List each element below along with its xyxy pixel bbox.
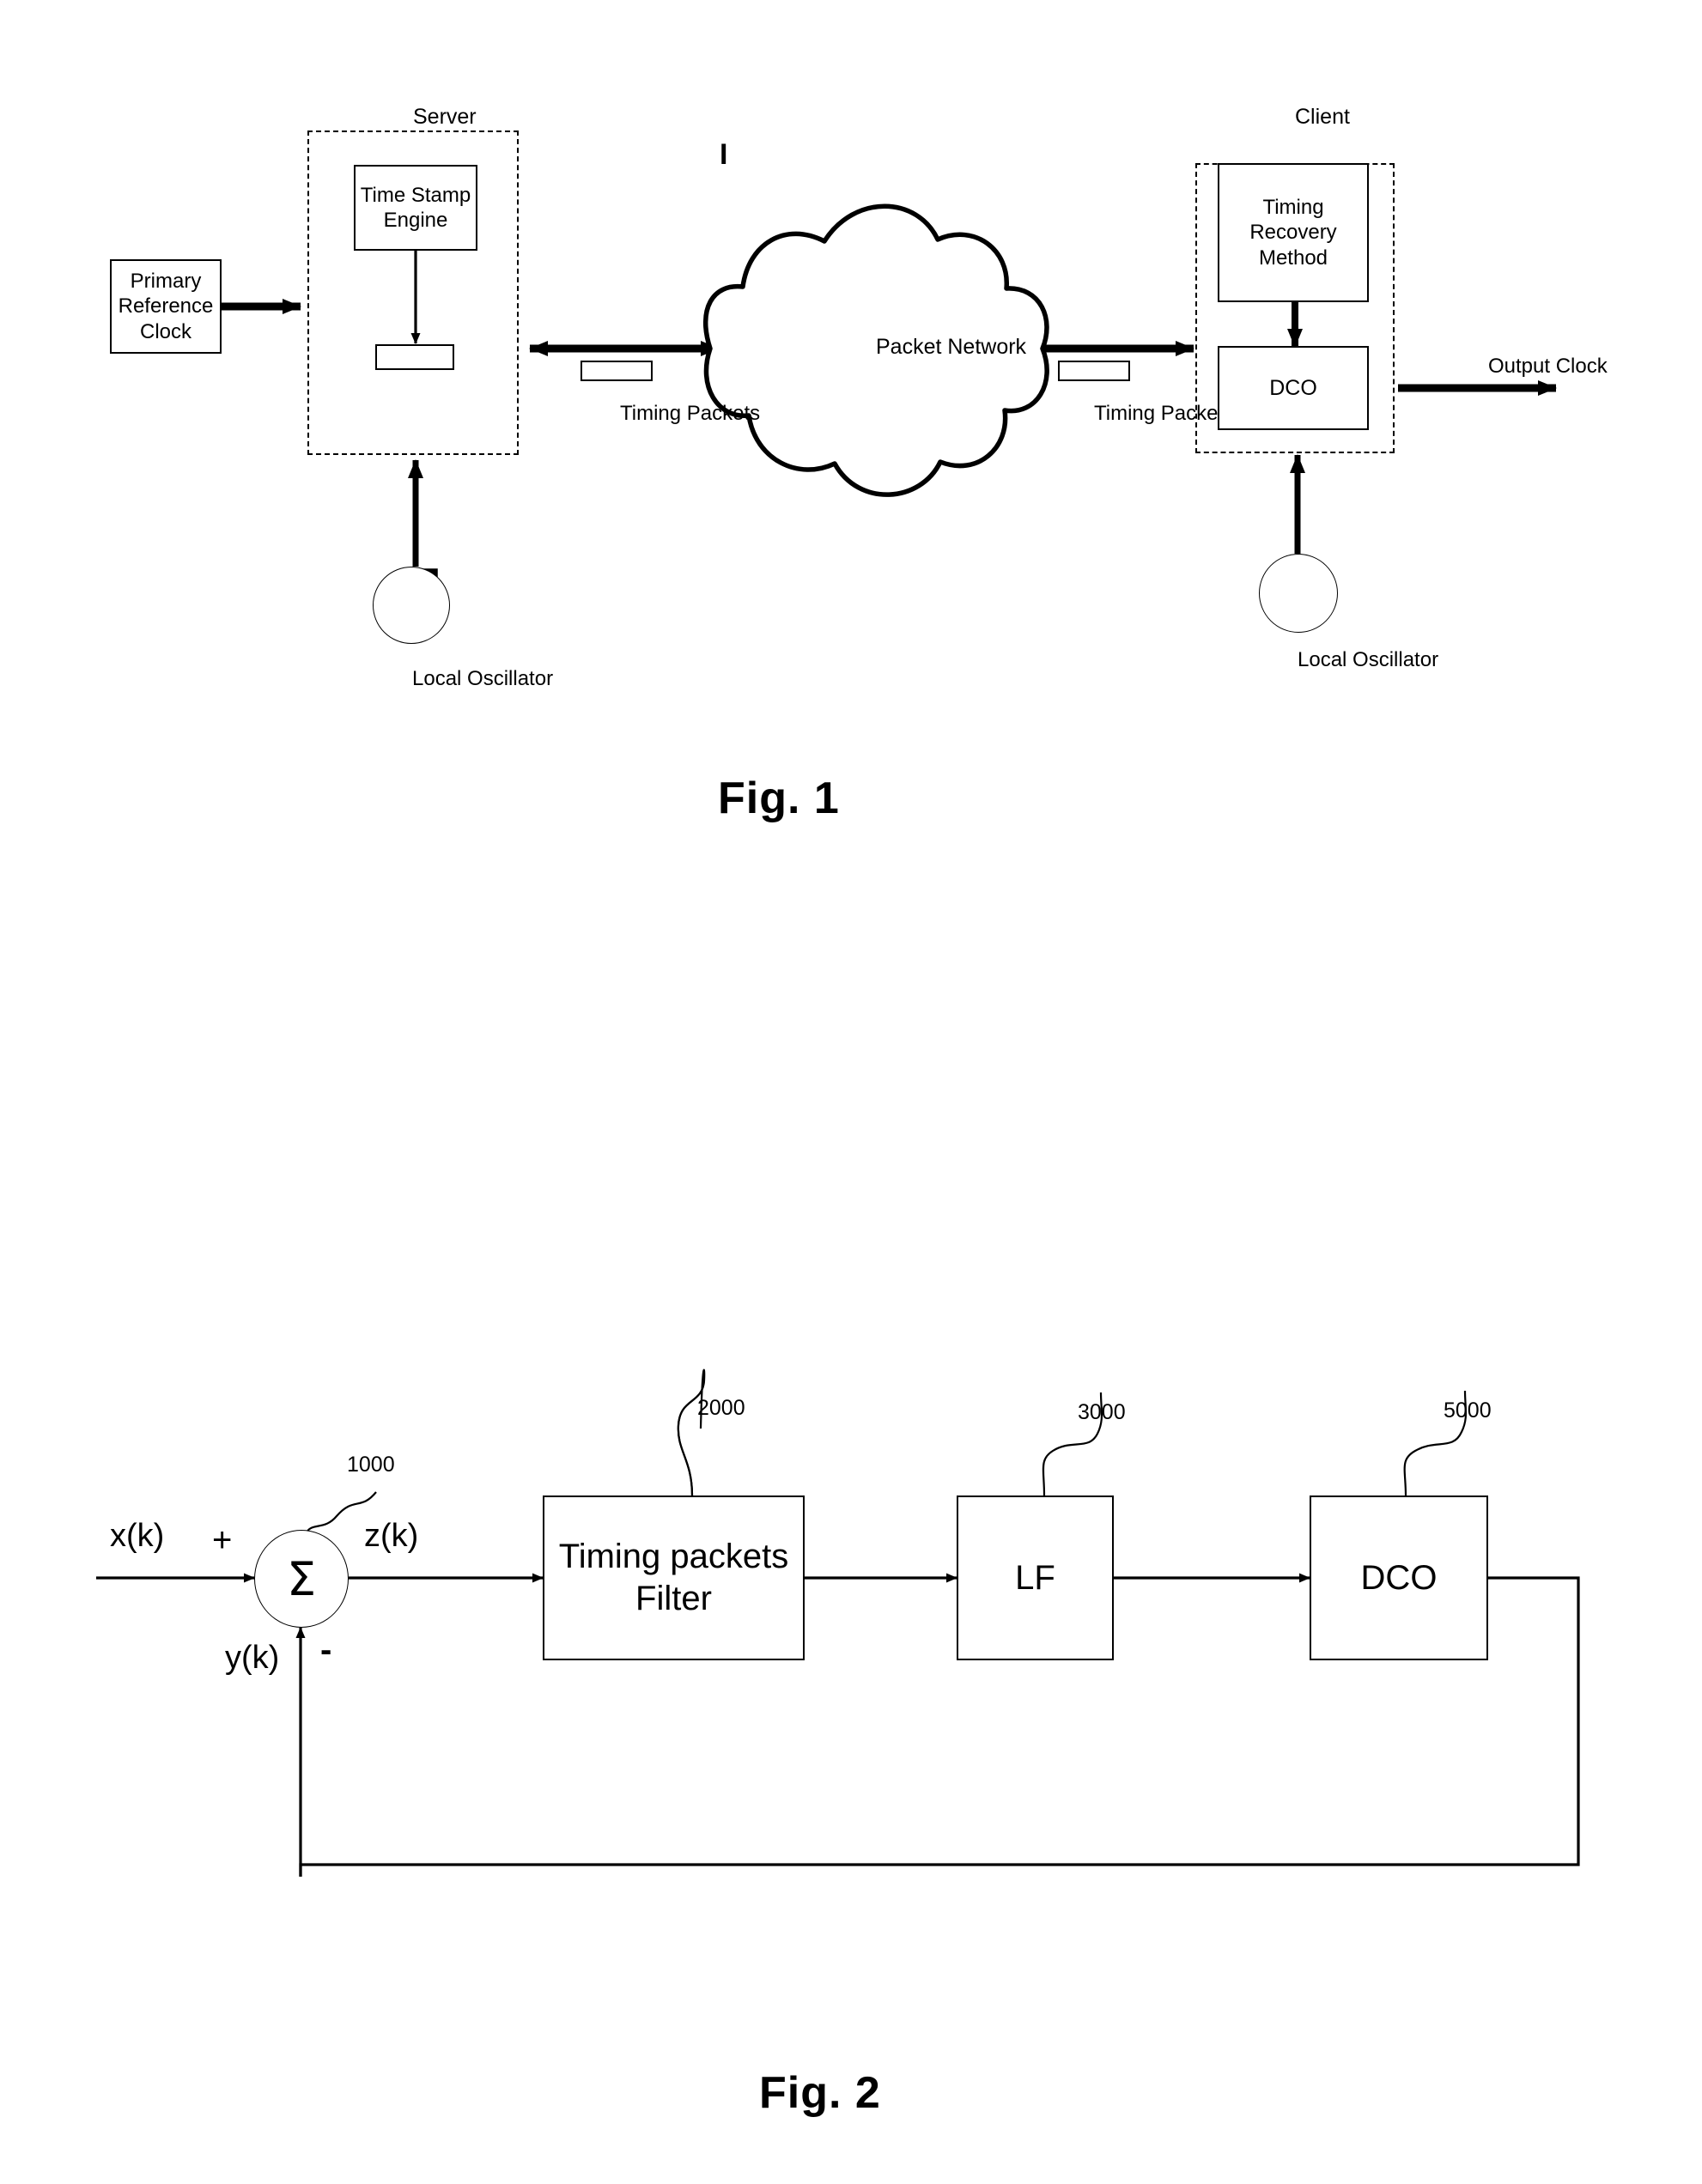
figure-2-caption: Fig. 2	[759, 2068, 881, 2118]
signal-label-xk: x(k)	[110, 1518, 165, 1554]
dco-block: DCO	[1310, 1495, 1488, 1660]
lf-block: LF	[957, 1495, 1114, 1660]
time-stamp-engine-box: Time Stamp Engine	[354, 165, 477, 251]
figure-1-caption: Fig. 1	[718, 774, 840, 823]
reference-number-1000: 1000	[347, 1453, 395, 1477]
reference-number-2000: 2000	[697, 1396, 745, 1420]
server-local-oscillator-label: Local Oscillator	[412, 667, 554, 690]
output-clock-label: Output Clock	[1488, 355, 1608, 378]
timing-recovery-method-box: Timing Recovery Method	[1218, 163, 1369, 302]
summing-junction: Σ	[254, 1530, 349, 1628]
minus-sign-label: -	[320, 1631, 332, 1669]
client-local-oscillator-symbol	[1259, 554, 1338, 633]
client-title: Client	[1295, 105, 1350, 129]
client-dco-box: DCO	[1218, 346, 1369, 430]
packet-network-label: Packet Network	[876, 335, 1027, 359]
server-title: Server	[413, 105, 477, 129]
primary-reference-clock-box: Primary Reference Clock	[110, 259, 222, 354]
reference-number-3000: 3000	[1078, 1400, 1126, 1424]
timing-packets-left-label: Timing Packets	[620, 402, 761, 425]
timing-packets-left-box	[581, 361, 653, 381]
reference-number-5000: 5000	[1444, 1398, 1492, 1423]
plus-sign-label: +	[212, 1521, 233, 1559]
signal-label-zk: z(k)	[364, 1518, 419, 1554]
server-packet-buffer-box	[375, 344, 454, 370]
signal-label-yk: y(k)	[225, 1640, 280, 1676]
timing-packets-filter-block: Timing packets Filter	[543, 1495, 805, 1660]
connector-layer	[96, 203, 1580, 1877]
reference-tick-mark: I	[720, 138, 728, 171]
timing-packets-right-box	[1058, 361, 1130, 381]
leader-line-2000	[677, 1368, 706, 1496]
server-local-oscillator-symbol	[373, 567, 450, 644]
patent-figure-sheet: Server Primary Reference Clock Time Stam…	[0, 0, 1702, 2184]
client-local-oscillator-label: Local Oscillator	[1298, 648, 1439, 671]
